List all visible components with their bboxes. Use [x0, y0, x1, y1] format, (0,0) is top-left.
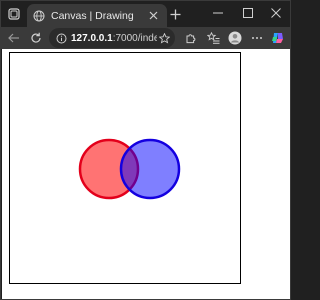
- refresh-button[interactable]: [27, 29, 45, 47]
- puzzle-icon: [186, 34, 196, 44]
- close-icon: [271, 8, 281, 18]
- copilot-button[interactable]: [269, 29, 287, 47]
- globe-icon: [33, 10, 45, 22]
- browser-window: Canvas | Drawing 127.0.0.1:7000/inde: [0, 0, 291, 300]
- profile-button[interactable]: [226, 29, 244, 47]
- new-tab-button[interactable]: [166, 5, 184, 23]
- url-host: 127.0.0.1: [71, 32, 113, 44]
- extensions-button[interactable]: [182, 29, 200, 47]
- maximize-icon: [243, 8, 253, 18]
- browser-toolbar: 127.0.0.1:7000/index.h...: [1, 27, 290, 49]
- close-icon: [149, 11, 157, 20]
- url-text[interactable]: 127.0.0.1:7000/index.h...: [71, 33, 157, 44]
- tab-strip: Canvas | Drawing: [1, 1, 290, 27]
- tab-title: Canvas | Drawing: [51, 9, 134, 22]
- tab-close-button[interactable]: [145, 8, 161, 24]
- drawing-svg: [78, 138, 181, 200]
- site-info-icon[interactable]: [55, 32, 67, 44]
- url-path: :7000/index.h...: [112, 32, 157, 44]
- arrow-left-icon: [8, 33, 19, 43]
- favorite-star-button[interactable]: [157, 31, 171, 45]
- maximize-button[interactable]: [233, 3, 263, 23]
- window-close-button[interactable]: [261, 3, 291, 23]
- refresh-icon: [31, 32, 41, 43]
- minimize-icon: [213, 12, 223, 14]
- copilot-icon: [272, 33, 283, 43]
- drawing-canvas[interactable]: [9, 52, 241, 284]
- back-button[interactable]: [5, 29, 23, 47]
- tab-actions-icon: [8, 8, 20, 20]
- address-bar[interactable]: 127.0.0.1:7000/index.h...: [49, 28, 175, 48]
- page-content: [2, 49, 290, 299]
- blue-circle: [119, 138, 181, 200]
- favorites-button[interactable]: [204, 29, 222, 47]
- tab-actions-button[interactable]: [5, 5, 23, 23]
- more-dots-icon: [252, 37, 262, 39]
- more-menu-button[interactable]: [248, 29, 266, 47]
- favorites-icon: [206, 32, 219, 44]
- star-icon: [158, 32, 170, 44]
- avatar-icon: [228, 31, 242, 45]
- plus-icon: [170, 9, 180, 19]
- minimize-button[interactable]: [203, 3, 233, 23]
- tab-active[interactable]: Canvas | Drawing: [27, 4, 167, 27]
